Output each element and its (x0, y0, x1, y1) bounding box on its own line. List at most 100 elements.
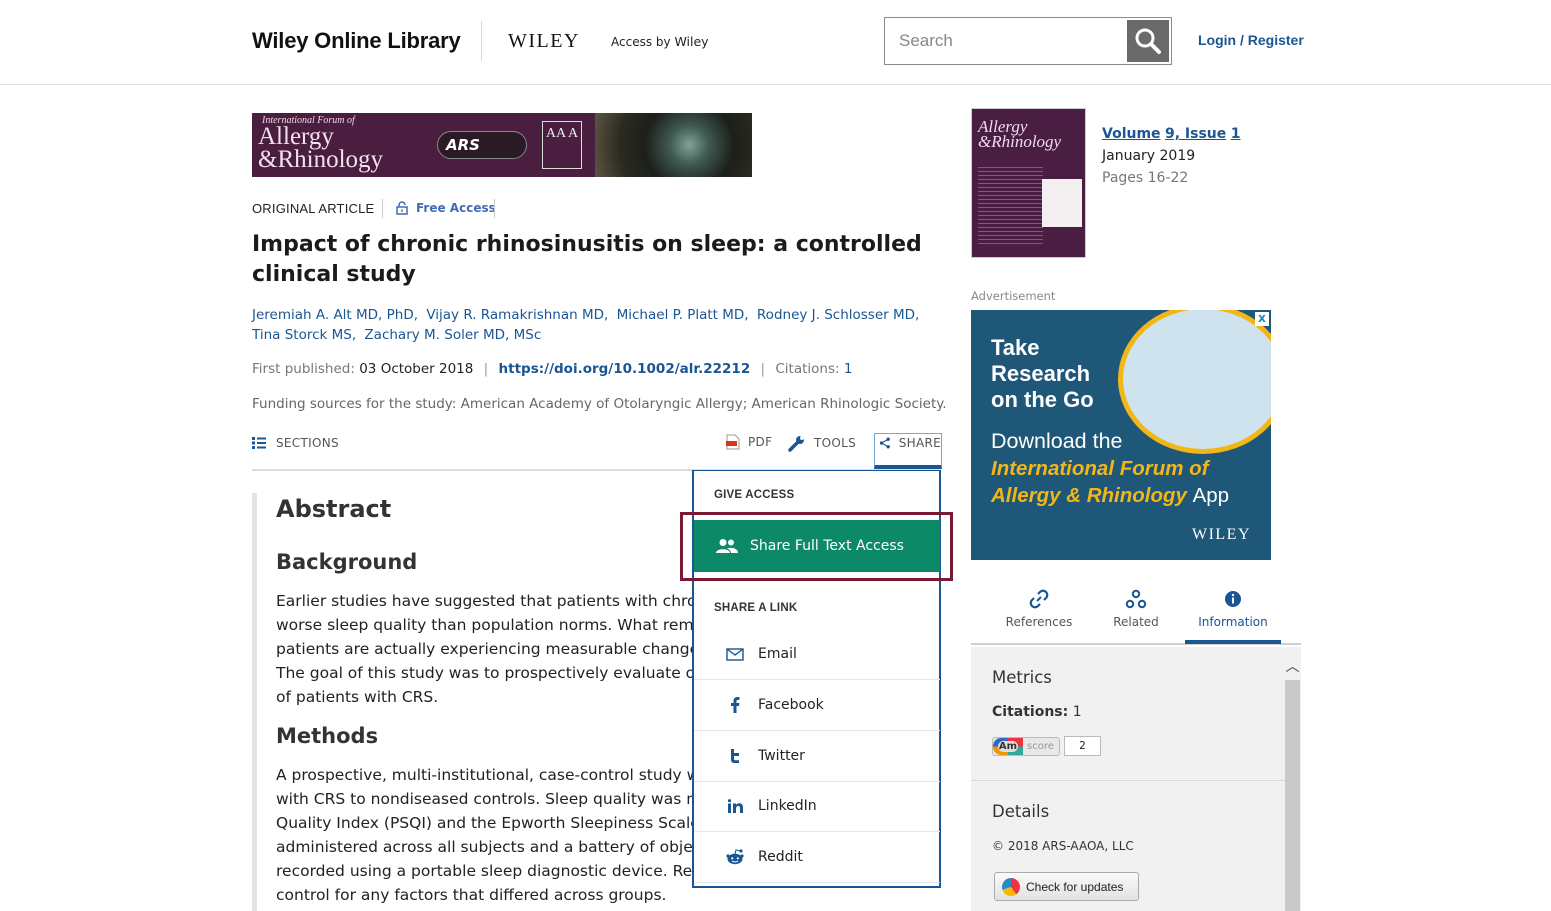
paragraph-line: Quality Index (PSQI) and the Epworth Sle… (276, 814, 696, 832)
doi-link[interactable]: https://doi.org/10.1002/alr.22212 (499, 361, 751, 377)
tools-button[interactable]: TOOLS (788, 434, 856, 452)
pdf-button[interactable]: PDF (726, 434, 772, 450)
reddit-icon (726, 849, 744, 865)
give-access-heading: GIVE ACCESS (714, 489, 795, 501)
search-button[interactable] (1127, 20, 1169, 62)
link-icon (1029, 589, 1049, 609)
access-by-prefix: Access by (611, 35, 671, 49)
citations-count-link[interactable]: 1 (844, 361, 853, 377)
methods-paragraph: A prospective, multi-institutional, case… (276, 763, 696, 907)
search-icon (1135, 28, 1161, 54)
info-icon (1225, 591, 1241, 607)
abstract-heading: Abstract (276, 495, 392, 523)
free-access-label: Free Access (416, 201, 496, 215)
tab-information-label: Information (1198, 615, 1268, 629)
share-email-item[interactable]: Email (694, 629, 940, 680)
app-advertisement[interactable]: Take Research on the Go Download the Int… (971, 310, 1271, 560)
cover-text-lines (978, 164, 1043, 244)
list-icon (252, 437, 266, 449)
abstract-accent-bar (252, 493, 257, 911)
tab-related[interactable]: Related (1088, 583, 1184, 643)
tab-information[interactable]: Information (1185, 583, 1281, 644)
banner-title-line2: &Rhinology (258, 146, 384, 173)
share-icon (879, 437, 890, 449)
share-email-label: Email (758, 646, 797, 662)
login-register-link[interactable]: Login / Register (1198, 32, 1304, 48)
scroll-up-chevron-icon[interactable]: ︿ (1285, 656, 1300, 678)
site-header: Wiley Online Library WILEY Access by Wil… (0, 0, 1551, 85)
meta-divider (494, 199, 495, 218)
share-reddit-item[interactable]: Reddit (694, 832, 940, 883)
ad-headline-line: Take (991, 335, 1040, 360)
cover-figure (1042, 179, 1082, 227)
issue-number-link[interactable]: 1 (1231, 126, 1241, 142)
metrics-citations: Citations: 1 (992, 704, 1082, 720)
methods-heading: Methods (276, 724, 379, 748)
twitter-icon (726, 749, 744, 763)
details-heading: Details (992, 802, 1050, 821)
tab-references[interactable]: References (991, 583, 1087, 643)
banner-title: Allergy &Rhinology (258, 123, 384, 173)
issue-date: January 2019 (1102, 148, 1196, 164)
linkedin-icon (726, 799, 744, 813)
header-divider (481, 21, 482, 61)
journal-cover-thumbnail[interactable]: Allergy &Rhinology (971, 108, 1086, 258)
check-for-updates-button[interactable]: Check for updates (994, 872, 1139, 901)
issue-links: Volume 9, Issue 1 (1102, 123, 1240, 145)
tab-related-label: Related (1113, 615, 1159, 629)
panel-scrollbar[interactable] (1285, 680, 1300, 911)
tools-label: TOOLS (814, 436, 857, 450)
tablet-photo (1118, 310, 1271, 454)
volume-issue-link[interactable]: 9, Issue (1165, 126, 1226, 142)
aaoa-logo: AA A (542, 121, 582, 169)
article-type: ORIGINAL ARTICLE (252, 201, 375, 216)
banner-image (595, 113, 752, 177)
check-for-updates-label: Check for updates (1026, 879, 1124, 894)
access-by-org: Wiley (674, 34, 709, 49)
banner-title-line1: Allergy (258, 123, 334, 150)
share-twitter-label: Twitter (758, 748, 805, 764)
issue-pages: Pages 16-22 (1102, 170, 1189, 186)
meta-divider (382, 199, 383, 218)
paragraph-line: Earlier studies have suggested that pati… (276, 592, 696, 610)
paragraph-line: administered across all subjects and a b… (276, 838, 696, 856)
author-link[interactable]: Rodney J. Schlosser MD, (757, 307, 919, 323)
cover-title-line2: &Rhinology (978, 132, 1062, 151)
wiley-logo[interactable]: WILEY (508, 30, 580, 53)
search-input[interactable] (885, 18, 1127, 64)
pipe-separator: | (760, 361, 766, 377)
first-published-label: First published: (252, 361, 355, 377)
ars-logo: ARS (437, 131, 527, 159)
pdf-label: PDF (748, 435, 773, 449)
share-twitter-item[interactable]: Twitter (694, 731, 940, 782)
volume-link[interactable]: Volume (1102, 126, 1161, 142)
tab-references-label: References (1005, 615, 1073, 629)
publication-info: First published: 03 October 2018 | https… (252, 361, 852, 377)
author-link[interactable]: Tina Storck MS, (252, 327, 356, 343)
sections-button[interactable]: SECTIONS (252, 436, 339, 450)
sections-label: SECTIONS (276, 436, 339, 450)
metrics-citations-value[interactable]: 1 (1073, 704, 1082, 720)
first-published-date: 03 October 2018 (359, 361, 474, 377)
site-brand[interactable]: Wiley Online Library (252, 28, 461, 54)
author-link[interactable]: Michael P. Platt MD, (617, 307, 749, 323)
share-linkedin-item[interactable]: LinkedIn (694, 781, 940, 832)
ad-app-word: App (1192, 484, 1230, 507)
share-facebook-item[interactable]: Facebook (694, 680, 940, 731)
altmetric-badge[interactable]: Am score (992, 737, 1060, 756)
background-heading: Background (276, 550, 418, 574)
share-button[interactable]: SHARE (874, 433, 942, 469)
ad-download-text: Download the (991, 429, 1123, 453)
journal-banner[interactable]: International Forum of Allergy &Rhinolog… (252, 113, 752, 177)
altmetric-donut-icon: Am (993, 738, 1023, 755)
ad-close-icon[interactable]: x (1255, 312, 1269, 326)
article-title: Impact of chronic rhinosinusitis on slee… (252, 232, 922, 287)
author-link[interactable]: Vijay R. Ramakrishnan MD, (426, 307, 608, 323)
search-box (884, 17, 1172, 65)
author-link[interactable]: Jeremiah A. Alt MD, PhD, (252, 307, 418, 323)
paragraph-line: recorded using a portable sleep diagnost… (276, 862, 696, 880)
share-link-heading: SHARE A LINK (714, 602, 798, 614)
paragraph-line: A prospective, multi-institutional, case… (276, 766, 696, 784)
author-link[interactable]: Zachary M. Soler MD, MSc (364, 327, 541, 343)
copyright-notice: © 2018 ARS-AAOA, LLC (992, 839, 1134, 853)
